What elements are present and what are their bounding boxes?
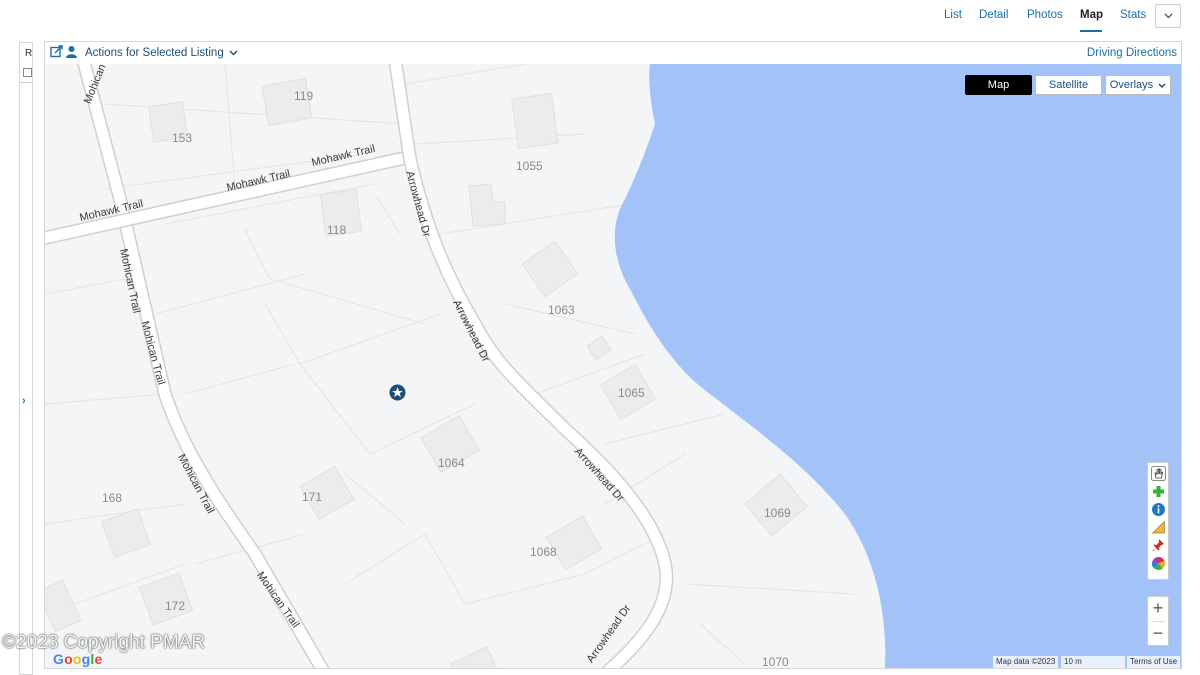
map-type-satellite-button[interactable]: Satellite (1035, 75, 1102, 95)
lot-number: 1065 (618, 386, 645, 400)
driving-directions-link[interactable]: Driving Directions (1087, 47, 1177, 59)
tab-map[interactable]: Map (1080, 9, 1103, 21)
expand-panel-icon[interactable]: › (22, 395, 26, 407)
scale-bar: 10 m (1061, 656, 1125, 668)
chevron-down-icon (1164, 13, 1173, 19)
measure-icon[interactable] (1151, 520, 1166, 535)
actions-label: Actions for Selected Listing (85, 47, 224, 59)
zoom-in-icon[interactable]: + (1148, 597, 1168, 621)
lot-number: 1069 (764, 506, 791, 520)
zoom-out-icon[interactable]: − (1148, 622, 1168, 646)
collapsed-side-panel: R › (19, 42, 33, 675)
color-wheel-icon[interactable] (1151, 556, 1166, 571)
lot-number: 1055 (516, 159, 543, 173)
hand-pan-icon[interactable] (1151, 466, 1166, 481)
active-tab-indicator (1080, 30, 1102, 32)
map-panel: Actions for Selected Listing Driving Dir… (44, 41, 1182, 669)
lot-number: 1070 (762, 655, 789, 668)
lot-number: 1063 (548, 303, 575, 317)
chevron-down-icon (229, 50, 238, 56)
star-marker-icon[interactable] (389, 384, 406, 401)
copyright-watermark: ©2023 Copyright PMAR (2, 632, 206, 653)
lot-number: 171 (302, 490, 323, 504)
map-type-map-button[interactable]: Map (965, 75, 1032, 95)
tab-stats[interactable]: Stats (1120, 9, 1146, 21)
actions-menu[interactable]: Actions for Selected Listing (85, 47, 238, 59)
overlays-label: Overlays (1109, 79, 1154, 91)
map-canvas[interactable]: 119 153 118 1055 1063 1065 1064 171 168 … (45, 64, 1181, 668)
chevron-down-icon (1158, 83, 1166, 88)
pin-icon[interactable] (1151, 538, 1166, 553)
lot-number: 119 (294, 89, 314, 103)
zoom-controls: + − (1147, 596, 1169, 646)
lot-number: 172 (165, 599, 186, 613)
panel-label: R (25, 48, 33, 59)
lot-number: 118 (327, 223, 347, 237)
map-basemap (45, 64, 1181, 668)
lot-number: 168 (102, 491, 123, 505)
divider (20, 82, 32, 83)
map-tools (1147, 462, 1169, 580)
lot-number: 153 (172, 131, 193, 145)
lot-number: 1064 (438, 456, 465, 470)
more-tabs-dropdown[interactable] (1155, 4, 1181, 28)
overlays-dropdown[interactable]: Overlays (1105, 75, 1171, 95)
map-toolbar: Actions for Selected Listing Driving Dir… (45, 42, 1181, 64)
tab-detail[interactable]: Detail (979, 9, 1008, 21)
edit-icon[interactable] (50, 45, 63, 63)
person-icon[interactable] (65, 45, 78, 63)
info-icon[interactable] (1151, 502, 1166, 517)
scale-label: 10 m (1064, 657, 1082, 666)
tab-photos[interactable]: Photos (1027, 9, 1063, 21)
lot-number: 1068 (530, 545, 557, 559)
view-tabs: List Detail Photos Map Stats (0, 0, 1200, 36)
add-icon[interactable] (1151, 484, 1166, 499)
lake (614, 64, 1181, 668)
select-checkbox[interactable] (23, 68, 32, 77)
map-data-attribution: Map data ©2023 (993, 656, 1059, 668)
tab-list[interactable]: List (944, 9, 962, 21)
terms-of-use-link[interactable]: Terms of Use (1127, 656, 1181, 668)
